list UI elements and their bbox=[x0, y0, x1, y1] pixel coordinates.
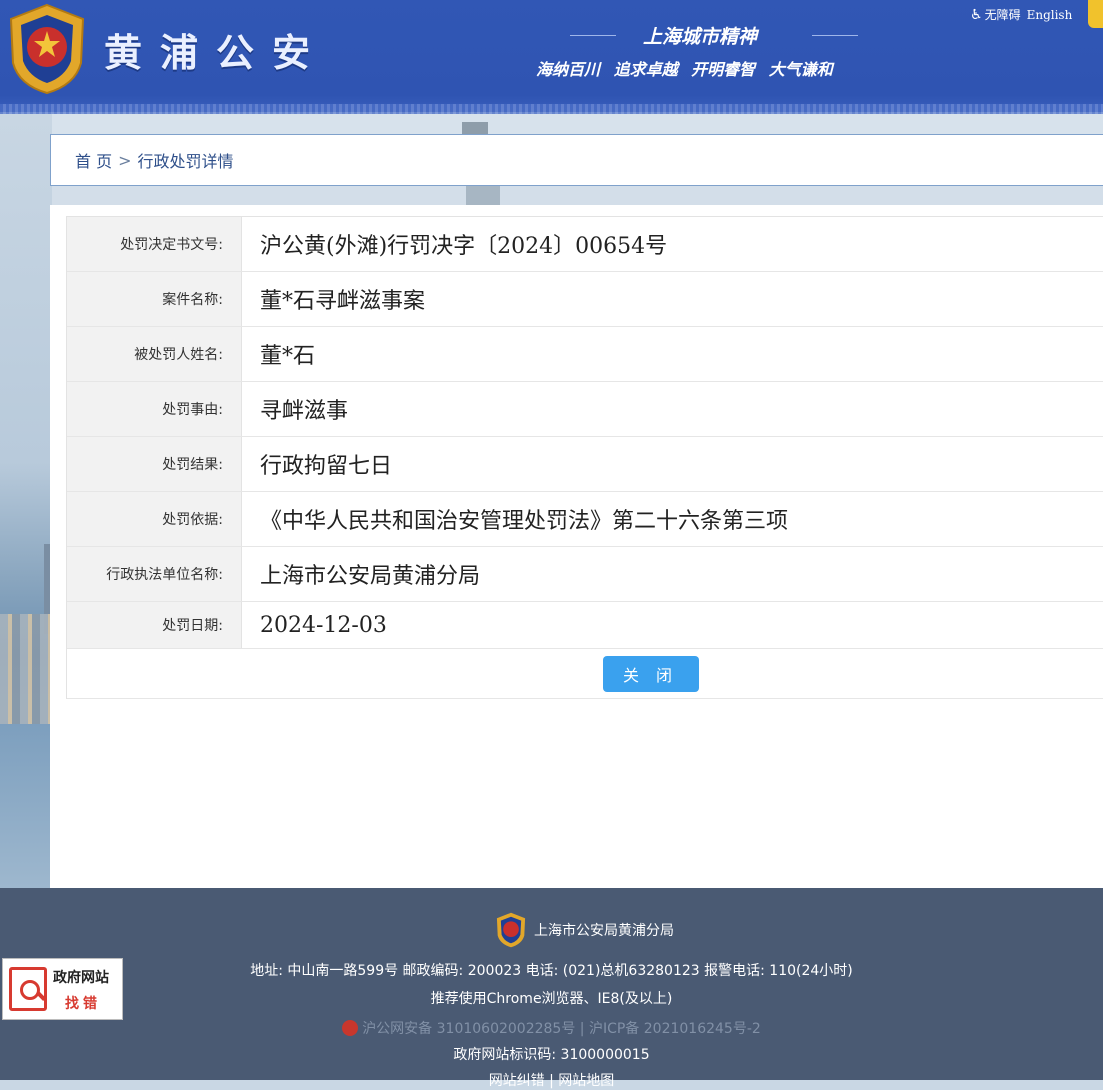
field-value: 行政拘留七日 bbox=[260, 454, 393, 479]
slogan-divider-right bbox=[812, 35, 858, 36]
skyline bbox=[0, 614, 52, 724]
footer-org-name: 上海市公安局黄浦分局 bbox=[534, 923, 674, 939]
button-row: 关 闭 bbox=[67, 649, 1103, 699]
field-value: 沪公黄(外滩)行罚决字〔2024〕00654号 bbox=[260, 234, 668, 259]
english-link[interactable]: English bbox=[1027, 8, 1073, 22]
report-title: 政府网站 bbox=[53, 970, 109, 986]
site-footer: 上海市公安局黄浦分局 地址: 中山南一路599号 邮政编码: 200023 电话… bbox=[0, 888, 1103, 1089]
beian-icon bbox=[342, 1020, 359, 1036]
footer-beian-text[interactable]: 沪公网安备 31010602002285号 | 沪ICP备 2021016245… bbox=[362, 1021, 761, 1037]
breadcrumb: 首 页 > 行政处罚详情 bbox=[50, 134, 1103, 186]
breadcrumb-current: 行政处罚详情 bbox=[137, 152, 234, 171]
accessibility-bar: ♿ 无障碍 English bbox=[970, 6, 1072, 23]
breadcrumb-separator: > bbox=[118, 150, 132, 170]
footer-address: 地址: 中山南一路599号 邮政编码: 200023 电话: (021)总机63… bbox=[250, 963, 853, 979]
field-label: 处罚依据: bbox=[67, 492, 242, 546]
site-title: 黄浦公安 bbox=[104, 30, 329, 75]
footer-links[interactable]: 网站纠错 | 网站地图 bbox=[0, 1070, 1103, 1090]
background-band bbox=[52, 114, 1103, 136]
field-label: 处罚决定书文号: bbox=[67, 217, 242, 271]
accessibility-link[interactable]: 无障碍 bbox=[985, 6, 1021, 23]
site-header: 黄浦公安 上海城市精神 海纳百川 追求卓越 开明睿智 大气谦和 ♿ 无障碍 En… bbox=[0, 0, 1103, 114]
field-label: 处罚事由: bbox=[67, 382, 242, 436]
field-value: 2024-12-03 bbox=[260, 612, 387, 638]
field-value: 寻衅滋事 bbox=[260, 399, 349, 424]
police-emblem-icon bbox=[496, 912, 526, 948]
field-value: 上海市公安局黄浦分局 bbox=[260, 564, 481, 589]
field-value: 董*石寻衅滋事案 bbox=[260, 289, 426, 314]
background-scenery bbox=[0, 114, 52, 1002]
table-row: 案件名称: 董*石寻衅滋事案 bbox=[67, 272, 1103, 327]
field-label: 案件名称: bbox=[67, 272, 242, 326]
table-row: 处罚日期: 2024-12-03 bbox=[67, 602, 1103, 649]
field-value: 《中华人民共和国治安管理处罚法》第二十六条第三项 bbox=[260, 509, 789, 534]
table-row: 处罚结果: 行政拘留七日 bbox=[67, 437, 1103, 492]
close-button[interactable]: 关 闭 bbox=[602, 655, 699, 692]
wheelchair-icon[interactable]: ♿ bbox=[970, 7, 983, 23]
background-band bbox=[52, 186, 1103, 206]
report-action: 找错 bbox=[65, 996, 101, 1012]
footer-browser-tip: 推荐使用Chrome浏览器、IE8(及以上) bbox=[430, 991, 673, 1007]
penalty-detail-table: 处罚决定书文号: 沪公黄(外滩)行罚决字〔2024〕00654号 案件名称: 董… bbox=[66, 216, 1103, 699]
slogan-title: 上海城市精神 bbox=[642, 26, 757, 48]
table-row: 处罚依据: 《中华人民共和国治安管理处罚法》第二十六条第三项 bbox=[67, 492, 1103, 547]
field-label: 处罚日期: bbox=[67, 602, 242, 648]
field-label: 被处罚人姓名: bbox=[67, 327, 242, 381]
report-error-badge[interactable]: 政府网站 找错 bbox=[2, 958, 123, 1020]
slogan-subtitle: 海纳百川 追求卓越 开明睿智 大气谦和 bbox=[536, 60, 833, 79]
corner-tab[interactable] bbox=[1088, 0, 1103, 28]
table-row: 处罚事由: 寻衅滋事 bbox=[67, 382, 1103, 437]
footer-beian: 沪公网安备 31010602002285号 | 沪ICP备 2021016245… bbox=[0, 1018, 1103, 1038]
table-row: 被处罚人姓名: 董*石 bbox=[67, 327, 1103, 382]
police-emblem-icon bbox=[9, 3, 85, 95]
table-row: 处罚决定书文号: 沪公黄(外滩)行罚决字〔2024〕00654号 bbox=[67, 217, 1103, 272]
breadcrumb-home-link[interactable]: 首 页 bbox=[75, 148, 112, 172]
field-value: 董*石 bbox=[260, 344, 316, 369]
magnifier-icon bbox=[9, 967, 47, 1011]
header-pattern-strip bbox=[0, 104, 1103, 114]
footer-org: 上海市公安局黄浦分局 bbox=[494, 912, 674, 948]
field-label: 行政执法单位名称: bbox=[67, 547, 242, 601]
footer-site-code: 政府网站标识码: 3100000015 bbox=[453, 1047, 650, 1063]
table-row: 行政执法单位名称: 上海市公安局黄浦分局 bbox=[67, 547, 1103, 602]
background-pole bbox=[466, 186, 500, 206]
field-label: 处罚结果: bbox=[67, 437, 242, 491]
